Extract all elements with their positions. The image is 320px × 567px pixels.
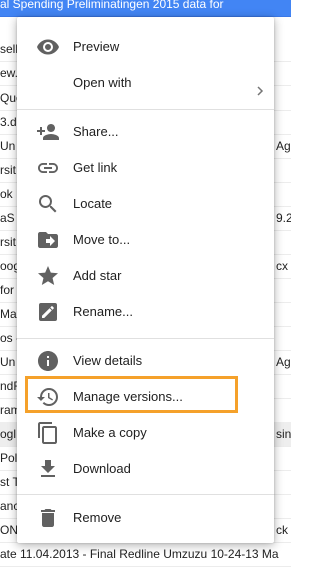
file-name: for [0, 283, 15, 297]
file-meta: ck [276, 523, 288, 537]
menu-item-label: Open with [73, 75, 132, 90]
star-icon [36, 264, 60, 288]
menu-item-share[interactable]: Share... [17, 114, 274, 150]
copy-icon [36, 421, 60, 445]
context-menu: Preview Open with Share... Get link Loca… [17, 17, 274, 543]
info-icon [36, 349, 60, 373]
highlight-box [25, 376, 238, 413]
file-meta: Ag [276, 139, 291, 153]
menu-item-get-link[interactable]: Get link [17, 150, 274, 186]
file-meta: cx [276, 259, 288, 273]
file-meta: sing [276, 427, 291, 441]
search-icon [36, 192, 60, 216]
menu-divider [17, 494, 274, 495]
pencil-icon [36, 300, 60, 324]
menu-item-label: Preview [73, 39, 120, 54]
menu-item-label: Share... [73, 124, 119, 139]
file-row[interactable]: al Spending Preliminatingen 2015 data fo… [0, 0, 291, 17]
menu-item-make-a-copy[interactable]: Make a copy [17, 415, 274, 451]
menu-item-label: Remove [73, 510, 122, 525]
file-name: aS [0, 211, 15, 225]
file-name: Un [0, 355, 16, 369]
link-icon [36, 156, 60, 180]
menu-item-move-to[interactable]: Move to... [17, 222, 274, 258]
menu-item-label: Download [73, 461, 131, 476]
add-person-icon [36, 120, 60, 144]
menu-divider [17, 338, 274, 339]
menu-item-label: Rename... [73, 304, 133, 319]
menu-item-rename[interactable]: Rename... [17, 294, 274, 330]
menu-item-label: Locate [73, 196, 113, 211]
menu-item-label: Make a copy [73, 425, 147, 440]
trash-icon [36, 506, 60, 530]
chevron-right-icon [253, 76, 267, 96]
menu-item-locate[interactable]: Locate [17, 186, 274, 222]
file-name: ate 11.04.2013 - Final Redline Umzuzu 10… [0, 547, 279, 561]
download-icon [36, 457, 60, 481]
file-name: ON [0, 523, 18, 537]
file-row[interactable]: ate 11.04.2013 - Final Redline Umzuzu 10… [0, 542, 291, 567]
file-name: al Spending Preliminatingen 2015 data fo… [0, 0, 224, 11]
menu-item-view-details[interactable]: View details [17, 343, 274, 379]
menu-divider [17, 109, 274, 110]
menu-item-label: Add star [73, 268, 122, 283]
file-name: ew. [0, 66, 19, 80]
menu-item-label: View details [73, 353, 143, 368]
file-name: Un [0, 139, 16, 153]
menu-item-open-with[interactable]: Open with [17, 65, 274, 101]
file-meta: 9.2 [276, 211, 291, 225]
file-name: rsit [0, 163, 16, 177]
menu-item-label: Move to... [73, 232, 131, 247]
menu-item-remove[interactable]: Remove [17, 500, 274, 536]
eye-icon [36, 35, 60, 59]
file-name: rsit [0, 235, 16, 249]
menu-item-download[interactable]: Download [17, 451, 274, 487]
menu-item-add-star[interactable]: Add star [17, 258, 274, 294]
file-name: sell [0, 42, 19, 56]
file-name: ogl [0, 427, 17, 441]
menu-item-label: Get link [73, 160, 118, 175]
file-meta: Ag [276, 355, 291, 369]
move-folder-icon [36, 228, 60, 252]
menu-item-preview[interactable]: Preview [17, 29, 274, 65]
